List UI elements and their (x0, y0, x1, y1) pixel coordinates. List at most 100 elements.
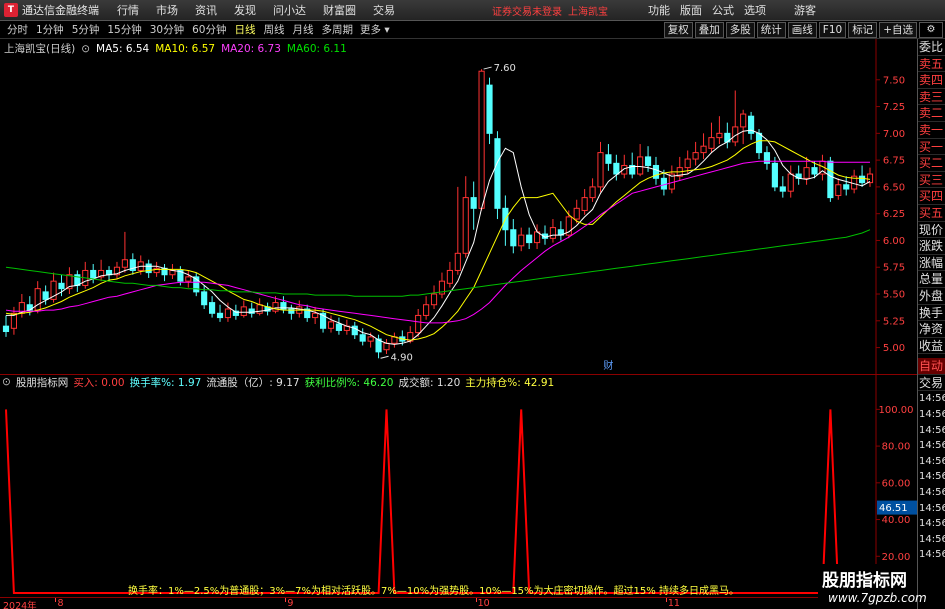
guest-user[interactable]: 游客 (794, 2, 816, 18)
tab-sell2[interactable]: 卖二 (918, 105, 945, 122)
candle-body (486, 84, 493, 134)
menu-gongneng[interactable]: 功能 (648, 2, 670, 18)
current-value-label: 46.51 (879, 503, 908, 514)
tab-sell5[interactable]: 卖五 (918, 56, 945, 73)
tab-volume[interactable]: 总量 (918, 271, 945, 288)
current-stock-link[interactable]: 上海凯宝 (568, 3, 608, 18)
period-monthly[interactable]: 月线 (292, 22, 315, 37)
tick-time: 14:56 (919, 533, 945, 545)
tab-buy3[interactable]: 买三 (918, 172, 945, 189)
price-tick-label: 6.00 (883, 236, 905, 247)
period-1min[interactable]: 1分钟 (35, 22, 65, 37)
auto-trade-tab[interactable]: 自动 (918, 358, 945, 375)
circle-down-icon[interactable]: ⊙ (81, 43, 90, 55)
extreme-pointer (380, 355, 389, 359)
fuquan-button[interactable]: 复权 (663, 22, 693, 38)
extreme-price-label: 4.90 (391, 352, 413, 363)
tab-change-pct[interactable]: 涨幅 (918, 255, 945, 272)
period-30min[interactable]: 30分钟 (149, 22, 185, 37)
candle-body (383, 342, 390, 351)
app-title: 通达信金融终端 (22, 4, 99, 17)
tab-price[interactable]: 现价 (918, 222, 945, 239)
menu-xuanxiang[interactable]: 选项 (744, 2, 766, 18)
candle-body (454, 252, 461, 271)
date-axis: 2024年 8 9 10 11 (0, 597, 917, 609)
mark-button[interactable]: 标记 (848, 22, 878, 38)
app-logo-icon: T (4, 3, 18, 17)
candle-body (224, 308, 232, 319)
tab-weibi[interactable]: 委比 (918, 39, 945, 56)
price-tick-label: 6.50 (883, 182, 905, 193)
candle-body (866, 173, 874, 184)
tab-net-asset[interactable]: 净资 (918, 321, 945, 338)
candle-body (58, 282, 65, 290)
trade-tab[interactable]: 交易 (918, 375, 945, 392)
candle-body (462, 197, 469, 254)
ma5-line (6, 129, 871, 345)
menu-hangqing[interactable]: 行情 (117, 2, 139, 18)
date-label: 11 (667, 598, 680, 609)
statistics-button[interactable]: 统计 (756, 22, 786, 38)
indicator-svg: 100.00 80.00 60.00 40.00 20.00 46.51 (5, 375, 917, 597)
trade-login-status[interactable]: 证券交易未登录 (492, 3, 562, 18)
tab-buy2[interactable]: 买二 (918, 155, 945, 172)
tab-buy1[interactable]: 买一 (918, 139, 945, 156)
indicator-chart[interactable]: 100.00 80.00 60.00 40.00 20.00 46.51 ⊙ 股朋指标网 … (0, 375, 917, 597)
period-fenshi[interactable]: 分时 (6, 22, 29, 37)
candle-body (708, 137, 715, 149)
tick-time: 14:56 (919, 549, 945, 561)
tab-change[interactable]: 涨跌 (918, 238, 945, 255)
watermark: 股朋指标网 www.7gpzb.com (818, 564, 927, 608)
overlay-button[interactable]: 叠加 (694, 22, 724, 38)
price-tick-label: 7.00 (883, 129, 905, 140)
candle-body (827, 160, 834, 199)
profit-ratio-value: 获利比例%: 46.20 (304, 376, 394, 389)
tab-earnings[interactable]: 收益 (918, 338, 945, 355)
date-label: 9 (287, 598, 294, 609)
indicator-tick-label: 20.00 (882, 552, 911, 563)
multi-stock-button[interactable]: 多股 (725, 22, 755, 38)
candle-body (312, 312, 319, 319)
tab-buy4[interactable]: 买四 (918, 188, 945, 205)
tab-sell4[interactable]: 卖四 (918, 72, 945, 89)
tab-buy5[interactable]: 买五 (918, 205, 945, 222)
menu-jiaoyi[interactable]: 交易 (373, 2, 395, 18)
period-more-button[interactable]: 更多 ▾ (360, 22, 390, 37)
menu-caifuquan[interactable]: 财富圈 (323, 2, 356, 18)
kline-chart[interactable]: 7.50 7.25 7.00 6.75 6.50 6.25 6.00 5.75 5.50 5.25… (0, 39, 917, 374)
candle-body (510, 229, 517, 247)
tab-outer[interactable]: 外盘 (918, 288, 945, 305)
menu-wenxiaoda[interactable]: 问小达 (273, 2, 306, 18)
candle-body (518, 234, 525, 247)
candle-body (597, 152, 604, 188)
menu-banmian[interactable]: 版面 (680, 2, 702, 18)
add-watchlist-button[interactable]: +自选 (879, 22, 917, 38)
indicator-tick-label: 80.00 (882, 442, 911, 453)
candle-body (835, 184, 842, 196)
period-weekly[interactable]: 周线 (263, 22, 286, 37)
candle-body (256, 304, 263, 314)
candle-body (494, 138, 501, 209)
draw-line-button[interactable]: 画线 (787, 22, 817, 38)
period-60min[interactable]: 60分钟 (191, 22, 227, 37)
f10-button[interactable]: F10 (818, 22, 847, 38)
candle-body (145, 263, 152, 274)
candle-body (771, 162, 778, 188)
gear-icon[interactable]: ⚙ (919, 22, 943, 38)
candle-body (185, 276, 192, 282)
period-15min[interactable]: 15分钟 (106, 22, 142, 37)
menu-faxian[interactable]: 发现 (234, 2, 256, 18)
tab-turnover[interactable]: 换手 (918, 305, 945, 322)
tab-sell3[interactable]: 卖三 (918, 89, 945, 106)
tab-sell1[interactable]: 卖一 (918, 122, 945, 139)
menu-gongshi[interactable]: 公式 (712, 2, 734, 18)
menu-shichang[interactable]: 市场 (156, 2, 178, 18)
candle-body (478, 70, 485, 209)
period-daily[interactable]: 日线 (234, 22, 257, 37)
period-5min[interactable]: 5分钟 (71, 22, 101, 37)
period-multi[interactable]: 多周期 (321, 22, 355, 37)
price-tick-label: 5.25 (883, 316, 905, 327)
circle-down-icon[interactable]: ⊙ (2, 376, 11, 388)
price-tick-label: 7.25 (883, 102, 905, 113)
menu-zixun[interactable]: 资讯 (195, 2, 217, 18)
